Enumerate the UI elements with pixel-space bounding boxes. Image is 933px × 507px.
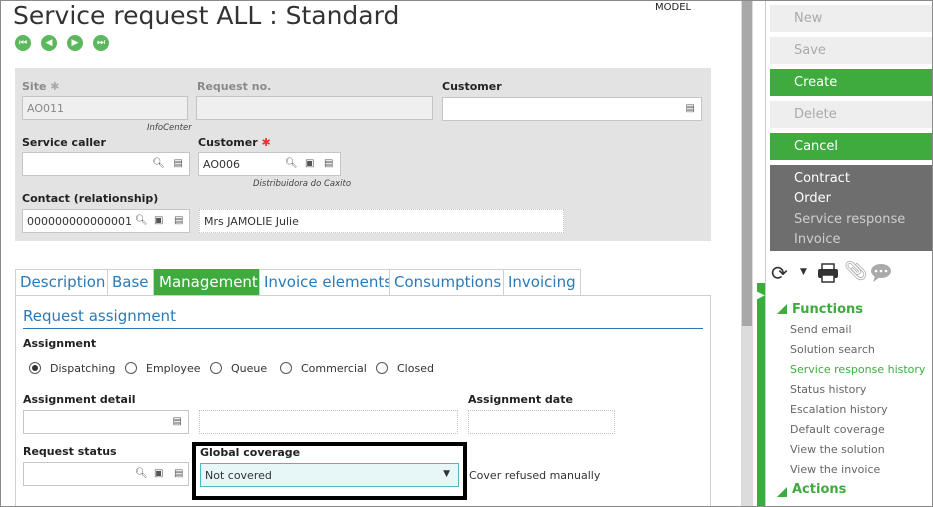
details-icon[interactable]: ▤ [174,215,183,226]
open-icon[interactable]: ▣ [154,215,163,226]
function-send-email[interactable]: Send email [790,323,852,336]
last-record-icon[interactable]: ⏭ [93,35,109,51]
panel-divider [765,1,766,506]
open-icon[interactable]: ▣ [305,158,314,169]
request-status-field[interactable] [23,462,189,486]
site-label: Site ✱ [22,80,60,93]
tab-description[interactable]: Description [15,269,111,295]
details-icon[interactable]: ▤ [324,158,333,169]
tab-management[interactable]: Management [154,269,263,295]
expand-actions-icon[interactable] [777,487,787,497]
search-icon[interactable]: 🔍︎ [135,468,148,479]
details-icon[interactable]: ▤ [173,416,182,427]
page-title: Service request ALL : Standard [13,1,400,30]
function-view-invoice[interactable]: View the invoice [790,463,880,476]
function-status-history[interactable]: Status history [790,383,866,396]
radio-employee[interactable] [125,362,137,374]
tab-invoicing[interactable]: Invoicing [503,269,581,295]
actions-header[interactable]: Actions [792,482,846,497]
customer2-field[interactable]: AO006 [198,152,341,176]
next-record-icon[interactable]: ▶ [67,35,83,51]
assignment-detail-description [199,410,458,434]
assignment-date-label: Assignment date [468,393,573,406]
save-button[interactable]: Save [770,37,932,64]
customer2-description: Distribuidora do Caxito [253,179,352,189]
customer2-label: Customer ✱ [198,136,271,149]
radio-queue[interactable] [210,362,222,374]
model-label: MODEL [655,2,692,13]
customer-field[interactable]: ▤ [442,97,702,121]
scrollbar-thumb[interactable] [742,1,752,326]
radio-label: Commercial [301,362,367,375]
search-icon[interactable]: 🔍︎ [285,158,298,169]
contact-label: Contact (relationship) [22,192,159,205]
refresh-icon[interactable]: ⟳ [771,261,788,285]
print-icon[interactable] [817,263,839,283]
radio-dispatching[interactable] [29,362,41,374]
tab-invoice-elements[interactable]: Invoice elements [259,269,398,295]
tab-divider [15,295,711,296]
service-response-link[interactable]: Service response [794,212,905,227]
first-record-icon[interactable]: ⏮ [15,35,31,51]
request-status-label: Request status [23,445,117,458]
request-no-label: Request no. [197,80,272,93]
cover-refused-label: Cover refused manually [469,469,601,482]
previous-record-icon[interactable]: ◀ [41,35,57,51]
function-escalation-history[interactable]: Escalation history [790,403,888,416]
assignment-detail-field[interactable]: ▤ [23,410,189,434]
customer-label: Customer [442,80,502,93]
assignment-label: Assignment [23,337,97,350]
attachment-icon[interactable]: 📎︎ [844,259,868,282]
radio-closed[interactable] [376,362,388,374]
comment-icon[interactable] [869,263,893,283]
radio-label: Employee [146,362,201,375]
new-button[interactable]: New [770,5,932,32]
global-coverage-select[interactable]: Not covered ▼ [200,463,459,487]
details-icon[interactable]: ▤ [174,468,183,479]
details-icon[interactable]: ▤ [174,158,183,169]
tab-base[interactable]: Base [107,269,154,295]
search-icon[interactable]: 🔍︎ [135,215,148,226]
service-caller-field[interactable]: 🔍︎ ▤ [22,152,190,176]
expand-functions-icon[interactable] [777,304,787,314]
function-service-response-history[interactable]: Service response history [790,363,925,376]
chevron-down-icon[interactable]: ▼ [800,267,807,277]
request-no-field[interactable] [196,96,433,120]
create-button[interactable]: Create [770,69,932,96]
service-caller-label: Service caller [22,136,106,149]
radio-label: Dispatching [50,362,116,375]
open-icon[interactable]: ▣ [154,468,163,479]
invoice-link[interactable]: Invoice [794,232,840,247]
contact-name-field: Mrs JAMOLIE Julie [199,209,564,233]
cancel-button[interactable]: Cancel [770,133,932,160]
delete-button[interactable]: Delete [770,101,932,128]
tab-consumptions[interactable]: Consumptions [389,269,507,295]
site-description: InfoCenter [147,123,192,133]
content-right-border [710,295,711,506]
function-solution-search[interactable]: Solution search [790,343,875,356]
radio-commercial[interactable] [280,362,292,374]
order-link[interactable]: Order [794,191,831,206]
radio-label: Closed [397,362,434,375]
content-left-border [15,295,16,506]
assignment-detail-label: Assignment detail [23,393,136,406]
function-default-coverage[interactable]: Default coverage [790,423,885,436]
contract-link[interactable]: Contract [794,171,850,186]
collapse-icon[interactable]: ▶ [757,290,765,301]
function-view-solution[interactable]: View the solution [790,443,885,456]
site-field[interactable]: AO011 [22,96,188,120]
chevron-down-icon: ▼ [443,469,450,479]
section-divider [23,328,703,329]
assignment-date-field [468,410,615,434]
global-coverage-value: Not covered [205,468,272,482]
details-icon[interactable]: ▤ [686,103,695,114]
radio-label: Queue [231,362,268,375]
global-coverage-label: Global coverage [200,446,301,459]
contact-field[interactable]: 000000000000001 [22,209,190,233]
side-panel-strip [757,283,765,506]
functions-header[interactable]: Functions [792,302,863,317]
section-title: Request assignment [23,307,176,325]
search-icon[interactable]: 🔍︎ [152,158,165,169]
